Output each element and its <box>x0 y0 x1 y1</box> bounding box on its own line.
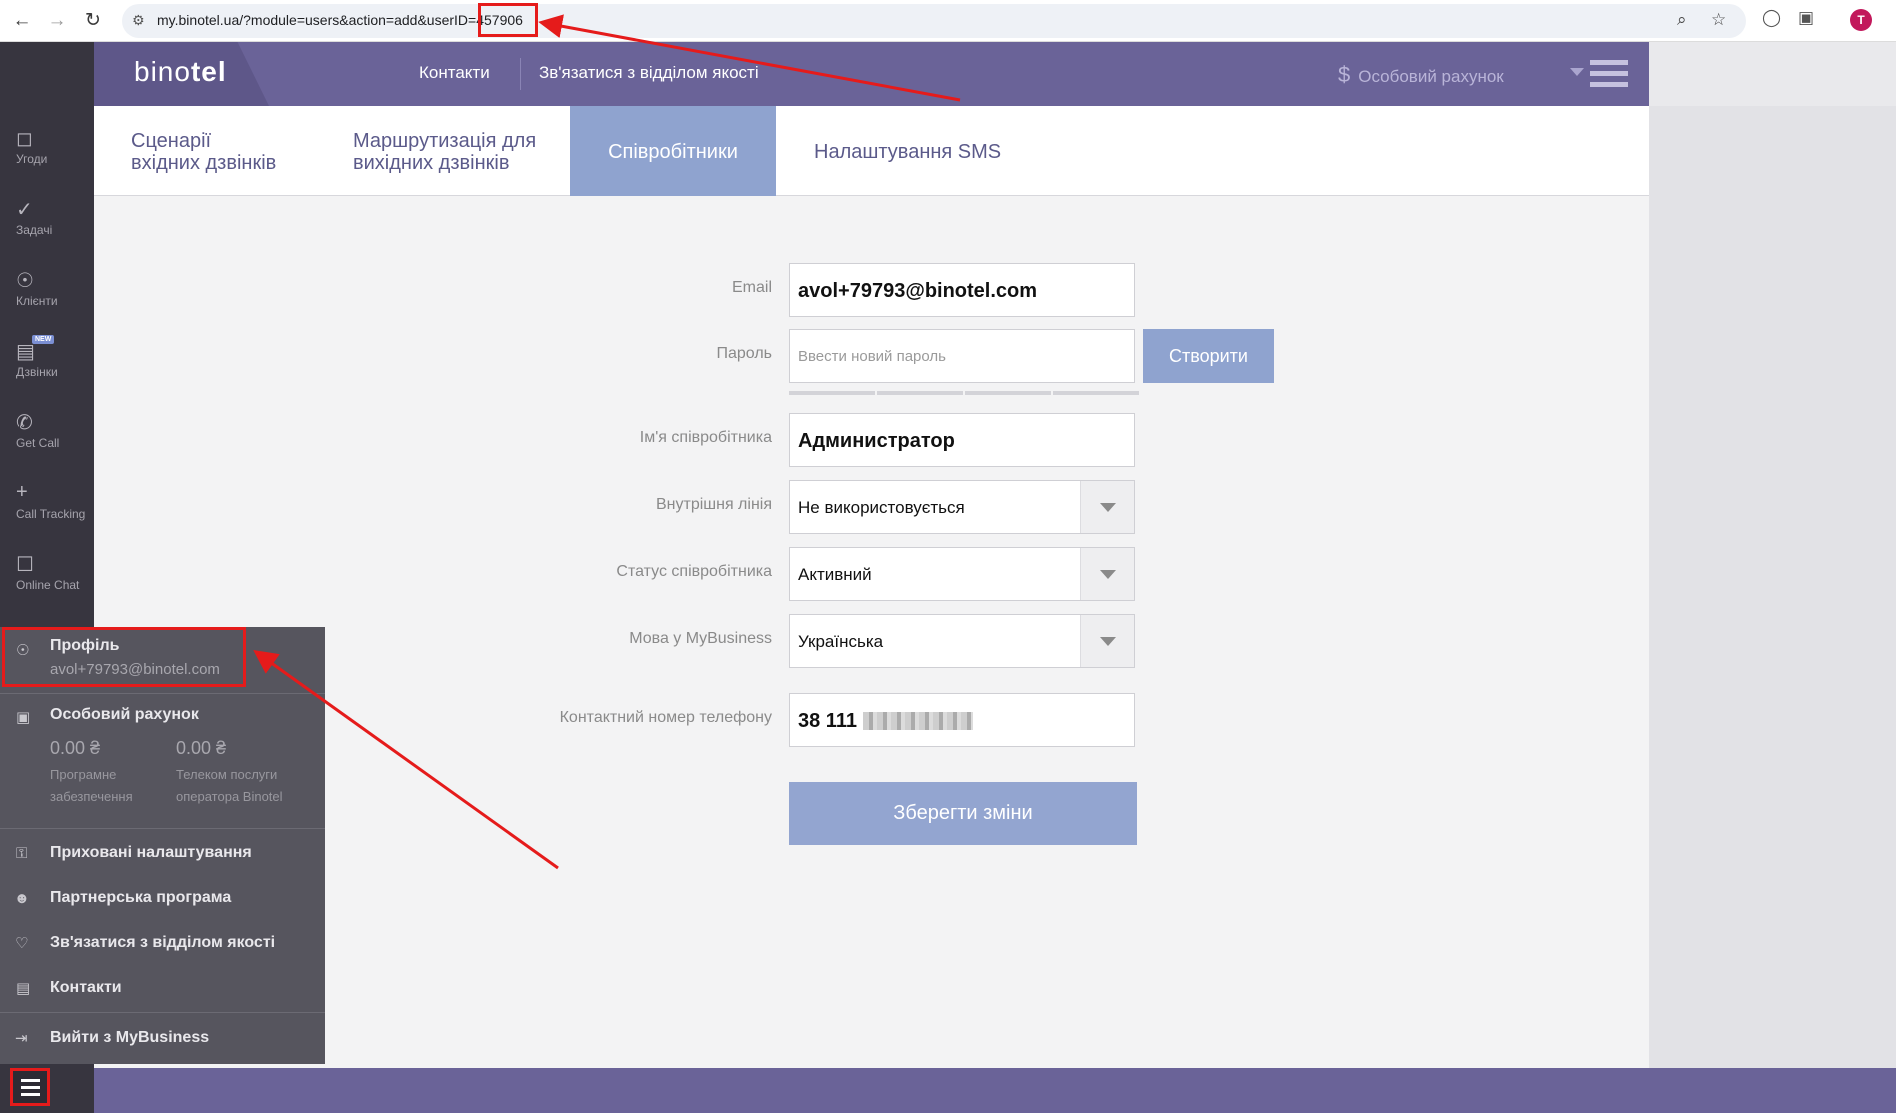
annotation-arrows <box>253 14 961 870</box>
annotation-arrow-profile <box>253 650 559 870</box>
annotation-arrow-user-id <box>538 14 961 102</box>
